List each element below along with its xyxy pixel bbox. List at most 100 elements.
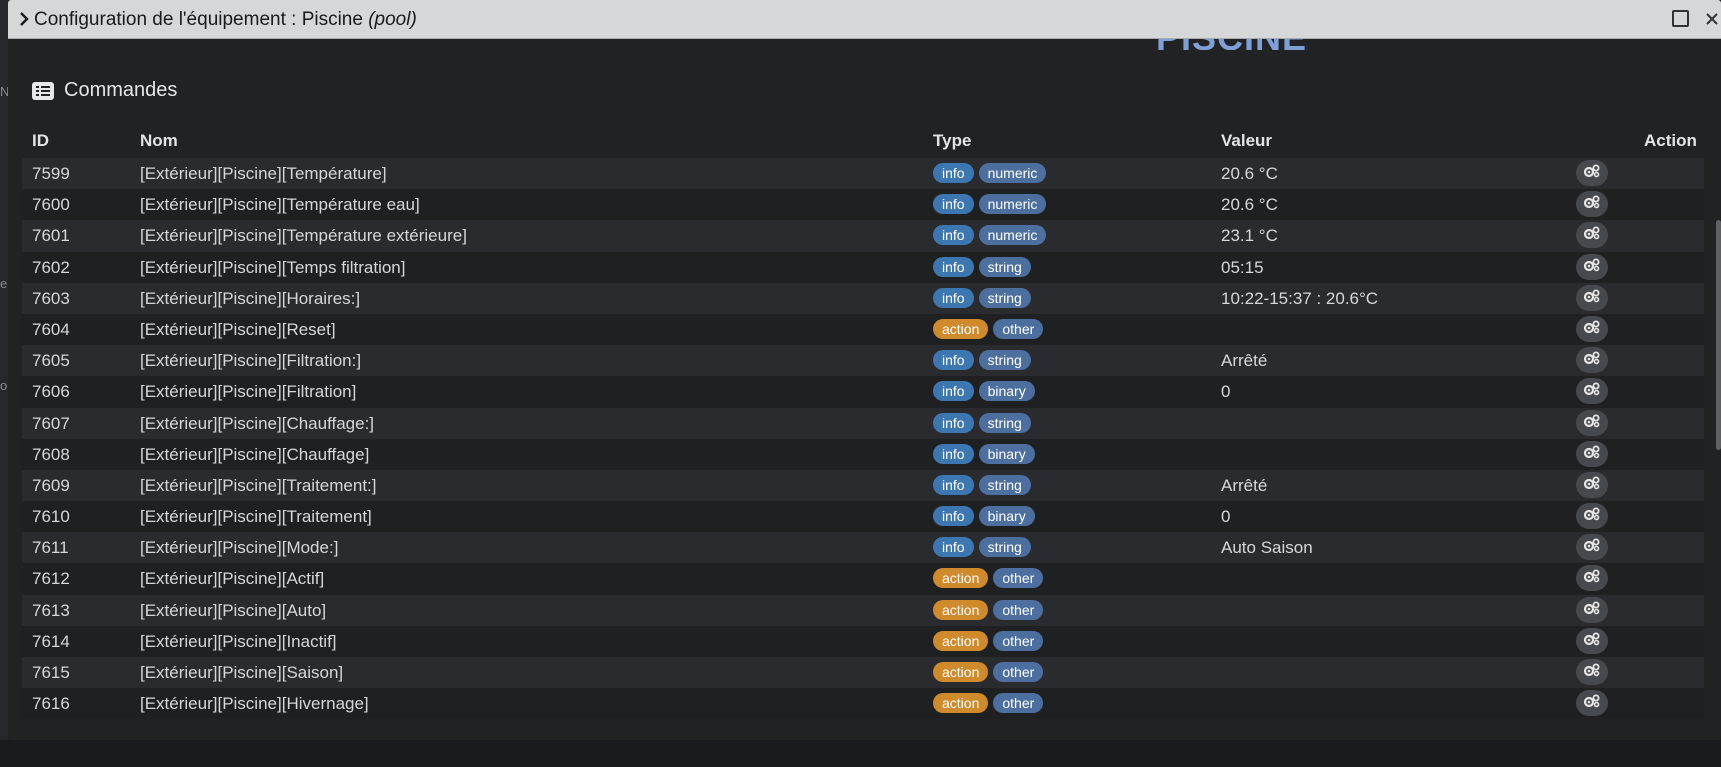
type-badge: info [933, 256, 974, 277]
commands-section-header: Commandes [32, 79, 177, 102]
subtype-badge: binary [978, 506, 1035, 527]
table-row: 7605 [Extérieur][Piscine][Filtration:] inf… [22, 345, 1704, 377]
command-type: info string [933, 474, 1031, 495]
subtype-badge: string [978, 350, 1031, 371]
type-badge: info [933, 225, 974, 246]
column-header-id[interactable]: ID [32, 131, 49, 151]
configure-command-button[interactable] [1576, 440, 1608, 467]
command-id: 7606 [32, 382, 70, 402]
maximize-icon[interactable] [1672, 10, 1689, 27]
type-badge: action [933, 693, 989, 714]
configure-command-button[interactable] [1576, 409, 1608, 436]
type-badge: info [933, 163, 974, 183]
command-type: info numeric [933, 163, 1047, 183]
subtype-badge: string [978, 287, 1031, 308]
cogs-icon [1583, 693, 1601, 713]
configure-command-button[interactable] [1576, 160, 1608, 186]
configure-command-button[interactable] [1576, 378, 1608, 405]
cogs-icon [1583, 319, 1601, 339]
command-id: 7609 [32, 475, 70, 495]
configure-command-button[interactable] [1576, 659, 1608, 685]
configure-command-button[interactable] [1576, 253, 1608, 280]
command-value: 0 [1221, 507, 1231, 527]
command-type: info binary [933, 506, 1035, 527]
table-row: 7610 [Extérieur][Piscine][Traitement] info… [22, 501, 1704, 533]
type-badge: action [933, 662, 989, 682]
command-name: [Extérieur][Piscine][Hivernage] [140, 694, 369, 714]
command-id: 7605 [32, 351, 70, 371]
command-name: [Extérieur][Piscine][Saison] [140, 663, 344, 682]
configure-command-button[interactable] [1576, 471, 1608, 498]
command-name: [Extérieur][Piscine][Température extérie… [140, 226, 467, 246]
table-row: 7603 [Extérieur][Piscine][Horaires:] info s… [22, 282, 1704, 314]
subtype-badge: other [993, 568, 1044, 589]
command-name: [Extérieur][Piscine][Actif] [140, 569, 325, 589]
configure-command-button[interactable] [1576, 222, 1608, 249]
command-type: info string [933, 537, 1031, 558]
subtype-badge: string [978, 474, 1031, 495]
command-type: info string [933, 256, 1031, 277]
command-name: [Extérieur][Piscine][Filtration] [140, 382, 357, 402]
cogs-icon [1583, 475, 1601, 495]
table-row: 7613 [Extérieur][Piscine][Auto] action othe… [22, 594, 1704, 626]
type-badge: info [933, 287, 974, 308]
command-name: [Extérieur][Piscine][Inactif] [140, 631, 337, 651]
subtype-badge: other [993, 318, 1044, 339]
scrollbar-thumb[interactable] [1716, 220, 1721, 450]
cogs-icon [1583, 568, 1601, 588]
command-id: 7607 [32, 413, 70, 433]
modal-titlebar[interactable]: Configuration de l'équipement : Piscine … [8, 0, 1721, 39]
background-letter: o [0, 378, 8, 393]
configure-command-button[interactable] [1576, 503, 1608, 530]
command-type: info numeric [933, 225, 1047, 246]
table-header: ID Nom Type Valeur Action [22, 128, 1704, 158]
type-badge: action [933, 568, 989, 589]
command-type: info string [933, 350, 1031, 371]
configure-command-button[interactable] [1576, 284, 1608, 311]
type-badge: action [933, 318, 989, 339]
configure-command-button[interactable] [1576, 347, 1608, 374]
configure-command-button[interactable] [1576, 534, 1608, 561]
command-name: [Extérieur][Piscine][Température] [140, 164, 387, 183]
command-type: action other [933, 318, 1044, 339]
cogs-icon [1583, 413, 1601, 433]
column-header-type[interactable]: Type [933, 131, 971, 151]
command-id: 7603 [32, 288, 70, 308]
cogs-icon [1583, 506, 1601, 526]
type-badge: info [933, 506, 974, 527]
column-header-value[interactable]: Valeur [1221, 131, 1272, 151]
table-row: 7600 [Extérieur][Piscine][Température eau… [22, 189, 1704, 221]
command-id: 7608 [32, 444, 70, 464]
close-icon[interactable] [1701, 7, 1721, 31]
command-name: [Extérieur][Piscine][Température eau] [140, 195, 420, 215]
subtype-badge: numeric [978, 225, 1047, 246]
command-name: [Extérieur][Piscine][Reset] [140, 319, 336, 339]
type-badge: action [933, 630, 989, 651]
configure-command-button[interactable] [1576, 315, 1608, 342]
command-id: 7602 [32, 257, 70, 277]
configure-command-button[interactable] [1576, 627, 1608, 654]
command-id: 7599 [32, 164, 70, 183]
command-value: 0 [1221, 382, 1231, 402]
cogs-icon [1583, 631, 1601, 651]
chevron-right-icon[interactable] [14, 7, 34, 31]
cogs-icon [1583, 350, 1601, 370]
configure-command-button[interactable] [1576, 565, 1608, 592]
configure-command-button[interactable] [1576, 191, 1608, 218]
subtype-badge: numeric [978, 163, 1047, 183]
command-id: 7601 [32, 226, 70, 246]
command-name: [Extérieur][Piscine][Traitement:] [140, 475, 377, 495]
command-id: 7600 [32, 195, 70, 215]
column-header-name[interactable]: Nom [140, 131, 178, 151]
command-name: [Extérieur][Piscine][Mode:] [140, 538, 339, 558]
command-value: 23.1 °C [1221, 226, 1278, 246]
type-badge: info [933, 381, 974, 402]
command-value: Arrêté [1221, 475, 1268, 495]
configure-command-button[interactable] [1576, 596, 1608, 623]
type-badge: info [933, 443, 974, 464]
configure-command-button[interactable] [1576, 690, 1608, 717]
scrollbar[interactable] [1716, 40, 1721, 730]
table-body: 7599 [Extérieur][Piscine][Température] inf… [22, 158, 1704, 720]
command-type: info binary [933, 443, 1035, 464]
list-icon [32, 81, 54, 100]
